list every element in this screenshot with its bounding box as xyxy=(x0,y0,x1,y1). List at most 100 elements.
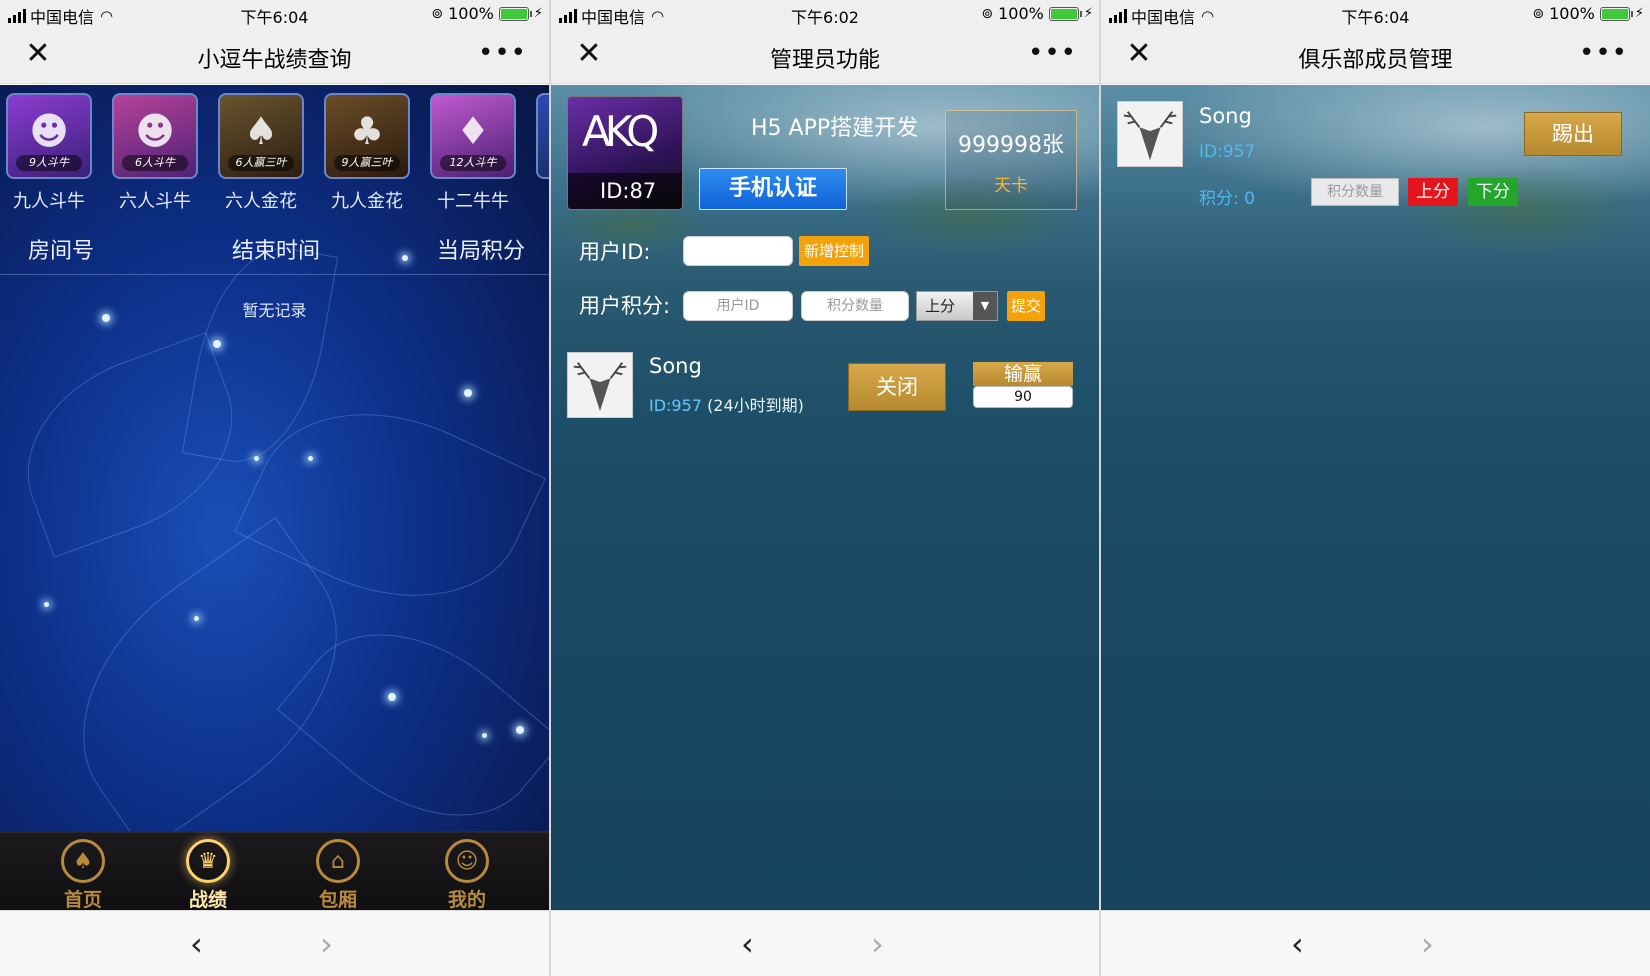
forward-icon[interactable]: › xyxy=(320,925,333,963)
game-item-six-bull[interactable]: ☻ 6人斗牛 六人斗牛 xyxy=(112,93,198,213)
screen-admin: 中国电信 ◠ 下午6:02 ⊚ 100% ⚡ ✕ 管理员功能 ••• AKQ I… xyxy=(551,0,1099,976)
decor-dot xyxy=(388,693,396,701)
game-badge: 6人赢三叶 xyxy=(228,155,294,171)
more-icon[interactable]: ••• xyxy=(478,38,527,68)
game-list: ☻ 9人斗牛 九人斗牛 ☻ 6人斗牛 六人斗牛 ♠ 6人赢三叶 六人金花 ♣ 9人赢三叶… xyxy=(6,93,549,213)
back-icon[interactable]: ‹ xyxy=(741,925,754,963)
column-score: 当局积分 xyxy=(437,239,526,264)
nav-bar: ✕ 管理员功能 ••• xyxy=(551,28,1099,84)
tab-records[interactable]: ♛ 战绩 xyxy=(163,839,253,912)
member-id: ID:957 xyxy=(649,396,702,415)
game-label: 六人金花 xyxy=(225,191,297,212)
trophy-icon: ♛ xyxy=(186,839,230,883)
back-icon[interactable]: ‹ xyxy=(1291,925,1304,963)
user-id-label: 用户ID: xyxy=(579,240,651,264)
nav-bar: ✕ 俱乐部成员管理 ••• xyxy=(1101,28,1650,84)
game-icon: ♦ 12人斗牛 xyxy=(430,93,516,179)
avatar xyxy=(1117,101,1183,167)
tab-label: 我的 xyxy=(447,889,486,911)
game-item-nine-bull[interactable]: ☻ 9人斗牛 九人斗牛 xyxy=(6,93,92,213)
decor-dot xyxy=(254,456,259,461)
back-icon[interactable]: ‹ xyxy=(190,925,203,963)
game-label: 九人斗牛 xyxy=(13,191,85,212)
browser-bar: ‹ › xyxy=(551,910,1099,976)
score-direction-select[interactable]: 上分 ▼ xyxy=(916,291,998,321)
deer-icon xyxy=(1123,111,1177,161)
column-end-time: 结束时间 xyxy=(232,239,321,264)
winloss-value: 90 xyxy=(973,386,1073,408)
card-count: 999998张 xyxy=(958,133,1064,158)
more-icon[interactable]: ••• xyxy=(1579,38,1628,68)
member-name: Song xyxy=(649,354,702,378)
avatar xyxy=(567,352,633,418)
card-type: 天卡 xyxy=(994,176,1028,196)
battery-area: ⊚ 100% ⚡ xyxy=(431,4,543,23)
spade-icon: ♠ xyxy=(61,839,105,883)
game-item-twelve-bull[interactable]: ♦ 12人斗牛 十二牛牛 xyxy=(430,93,516,213)
close-member-button[interactable]: 关闭 xyxy=(848,363,946,411)
member-name: Song xyxy=(1199,104,1252,128)
cards-icon: ♦ xyxy=(455,109,491,153)
kick-member-button[interactable]: 踢出 xyxy=(1524,112,1622,156)
club-logo: AKQ ID:87 xyxy=(567,96,683,210)
deer-icon xyxy=(573,362,627,412)
status-bar: 中国电信 ◠ 下午6:04 ⊚ 100% ⚡ xyxy=(0,0,549,28)
bull-icon: ☻ xyxy=(135,109,175,153)
close-icon[interactable]: ✕ xyxy=(573,38,605,70)
add-score-button[interactable]: 上分 xyxy=(1408,178,1458,206)
decor-dot xyxy=(194,616,199,621)
more-icon[interactable]: ••• xyxy=(1028,38,1077,68)
members-background xyxy=(1101,85,1650,910)
close-icon[interactable]: ✕ xyxy=(22,38,54,70)
battery-percent: 100% xyxy=(998,4,1044,23)
close-icon[interactable]: ✕ xyxy=(1123,38,1155,70)
forward-icon[interactable]: › xyxy=(871,925,884,963)
forward-icon[interactable]: › xyxy=(1421,925,1434,963)
game-icon: ♣ 9人赢三叶 xyxy=(324,93,410,179)
charging-icon: ⚡ xyxy=(1083,6,1093,21)
screen-records: 中国电信 ◠ 下午6:04 ⊚ 100% ⚡ ✕ 小逗牛战绩查询 ••• ☻ 9… xyxy=(0,0,549,976)
status-bar: 中国电信 ◠ 下午6:02 ⊚ 100% ⚡ xyxy=(551,0,1099,28)
battery-percent: 100% xyxy=(1549,4,1595,23)
winloss-box: 输赢 90 xyxy=(973,362,1073,410)
decor-dot xyxy=(516,726,524,734)
submit-button[interactable]: 提交 xyxy=(1007,291,1045,321)
member-expiry: (24小时到期) xyxy=(707,396,804,415)
score-amount-input[interactable]: 积分数量 xyxy=(801,291,909,321)
browser-bar: ‹ › xyxy=(0,910,549,976)
decor-dot xyxy=(308,456,313,461)
card-balance-box: 999998张 天卡 xyxy=(945,110,1077,210)
score-user-id-input[interactable]: 用户ID xyxy=(683,291,793,321)
battery-icon xyxy=(1599,6,1633,21)
game-item-six-golden[interactable]: ♠ 6人赢三叶 六人金花 xyxy=(218,93,304,213)
page-title: 小逗牛战绩查询 xyxy=(197,48,352,73)
cards-icon: ♠ xyxy=(243,109,279,153)
decor-dot xyxy=(464,389,472,397)
nav-bar: ✕ 小逗牛战绩查询 ••• xyxy=(0,28,549,84)
decor-dot xyxy=(213,340,221,348)
game-badge: 12人斗牛 xyxy=(440,155,506,171)
tab-label: 首页 xyxy=(63,889,102,911)
game-item-partial[interactable] xyxy=(536,93,549,213)
browser-bar: ‹ › xyxy=(1101,910,1650,976)
game-badge: 6人斗牛 xyxy=(122,155,188,171)
battery-percent: 100% xyxy=(448,4,494,23)
game-badge: 9人斗牛 xyxy=(16,155,82,171)
score-amount-input[interactable]: 积分数量 xyxy=(1311,178,1399,206)
status-bar: 中国电信 ◠ 下午6:04 ⊚ 100% ⚡ xyxy=(1101,0,1650,28)
direction-value: 上分 xyxy=(925,297,956,315)
member-id-line: ID:957 (24小时到期) xyxy=(649,392,804,416)
charging-icon: ⚡ xyxy=(533,6,543,21)
rotation-lock-icon: ⊚ xyxy=(431,5,444,22)
tab-rooms[interactable]: ⌂ 包厢 xyxy=(293,839,383,912)
add-control-button[interactable]: 新增控制 xyxy=(799,236,869,266)
game-icon: ♠ 6人赢三叶 xyxy=(218,93,304,179)
member-id: ID:957 xyxy=(1199,142,1256,162)
tab-home[interactable]: ♠ 首页 xyxy=(38,839,128,912)
tab-profile[interactable]: ☺ 我的 xyxy=(422,839,512,912)
game-item-nine-golden[interactable]: ♣ 9人赢三叶 九人金花 xyxy=(324,93,410,213)
screen-members: 中国电信 ◠ 下午6:04 ⊚ 100% ⚡ ✕ 俱乐部成员管理 ••• Son… xyxy=(1101,0,1650,976)
subtract-score-button[interactable]: 下分 xyxy=(1468,178,1518,206)
user-id-input[interactable] xyxy=(683,236,793,266)
phone-verify-button[interactable]: 手机认证 xyxy=(699,168,847,210)
